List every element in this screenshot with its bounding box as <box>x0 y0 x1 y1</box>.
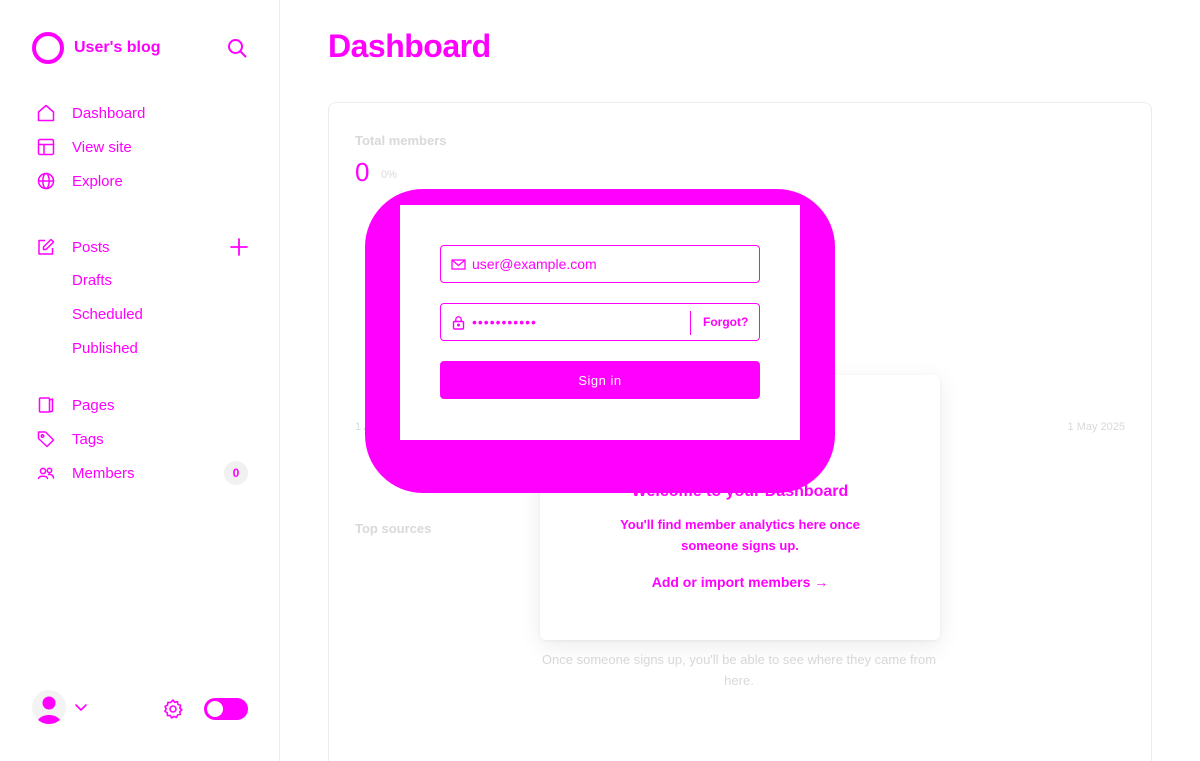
top-sources-empty-text: Once someone signs up, you'll be able to… <box>541 652 937 688</box>
globe-icon <box>36 171 56 191</box>
sidebar-item-view-site[interactable]: View site <box>36 135 248 159</box>
sidebar-item-dashboard[interactable]: Dashboard <box>36 101 248 125</box>
sidebar-item-posts[interactable]: Posts <box>36 235 248 259</box>
top-sources-label: Top sources <box>355 521 432 536</box>
page-title: Dashboard <box>328 28 491 64</box>
toggle-knob <box>207 701 223 717</box>
sidebar-item-drafts[interactable]: Drafts <box>72 272 112 289</box>
password-input[interactable] <box>472 312 682 332</box>
chart-end-label: 1 May 2025 <box>1067 421 1125 433</box>
sidebar-item-label: View site <box>72 138 132 156</box>
forgot-password-link[interactable]: Forgot? <box>703 315 748 329</box>
chevron-down-icon <box>74 700 88 714</box>
field-divider <box>690 311 691 335</box>
sidebar-item-label: Explore <box>72 172 123 190</box>
edit-icon <box>36 237 56 257</box>
circle-logo-icon <box>32 32 64 64</box>
total-members-value: 0 <box>355 157 370 187</box>
sidebar-item-members[interactable]: Members <box>36 461 248 485</box>
sign-in-button[interactable]: Sign in <box>440 361 760 399</box>
sidebar-item-scheduled[interactable]: Scheduled <box>72 306 143 323</box>
mail-icon <box>451 257 466 272</box>
sidebar-item-label: Posts <box>72 238 110 256</box>
sidebar: User's blog Dashboard View site Explore <box>0 0 280 761</box>
members-icon <box>36 463 56 483</box>
sidebar-item-label: Members <box>72 464 135 482</box>
add-members-link[interactable]: Add or import members → <box>540 574 940 590</box>
user-avatar-icon <box>32 690 66 724</box>
login-form: Forgot? Sign in <box>400 205 800 440</box>
welcome-text: You'll find member analytics here once s… <box>620 517 860 553</box>
layout-icon <box>36 137 56 157</box>
sidebar-item-label: Tags <box>72 430 104 448</box>
gear-icon[interactable] <box>162 698 184 720</box>
home-icon <box>36 103 56 123</box>
email-input[interactable] <box>472 254 682 274</box>
sidebar-item-published[interactable]: Published <box>72 340 138 357</box>
sidebar-item-explore[interactable]: Explore <box>36 169 248 193</box>
brand[interactable]: User's blog <box>32 32 161 64</box>
sidebar-item-label: Dashboard <box>72 104 146 122</box>
user-menu[interactable] <box>32 690 88 724</box>
members-trend: 0% <box>381 169 397 181</box>
sidebar-item-tags[interactable]: Tags <box>36 427 248 451</box>
plus-icon[interactable] <box>228 236 250 258</box>
tag-icon <box>36 429 56 449</box>
lock-icon <box>451 315 466 330</box>
members-count-badge: 0 <box>224 461 248 485</box>
email-field <box>440 245 760 283</box>
search-icon[interactable] <box>226 37 248 59</box>
sidebar-item-label: Pages <box>72 396 115 414</box>
sidebar-item-pages[interactable]: Pages <box>36 393 248 417</box>
pages-icon <box>36 395 56 415</box>
password-field: Forgot? <box>440 303 760 341</box>
total-members-label: Total members <box>355 133 447 148</box>
blog-name: User's blog <box>74 39 161 56</box>
dark-mode-toggle[interactable] <box>204 698 248 720</box>
